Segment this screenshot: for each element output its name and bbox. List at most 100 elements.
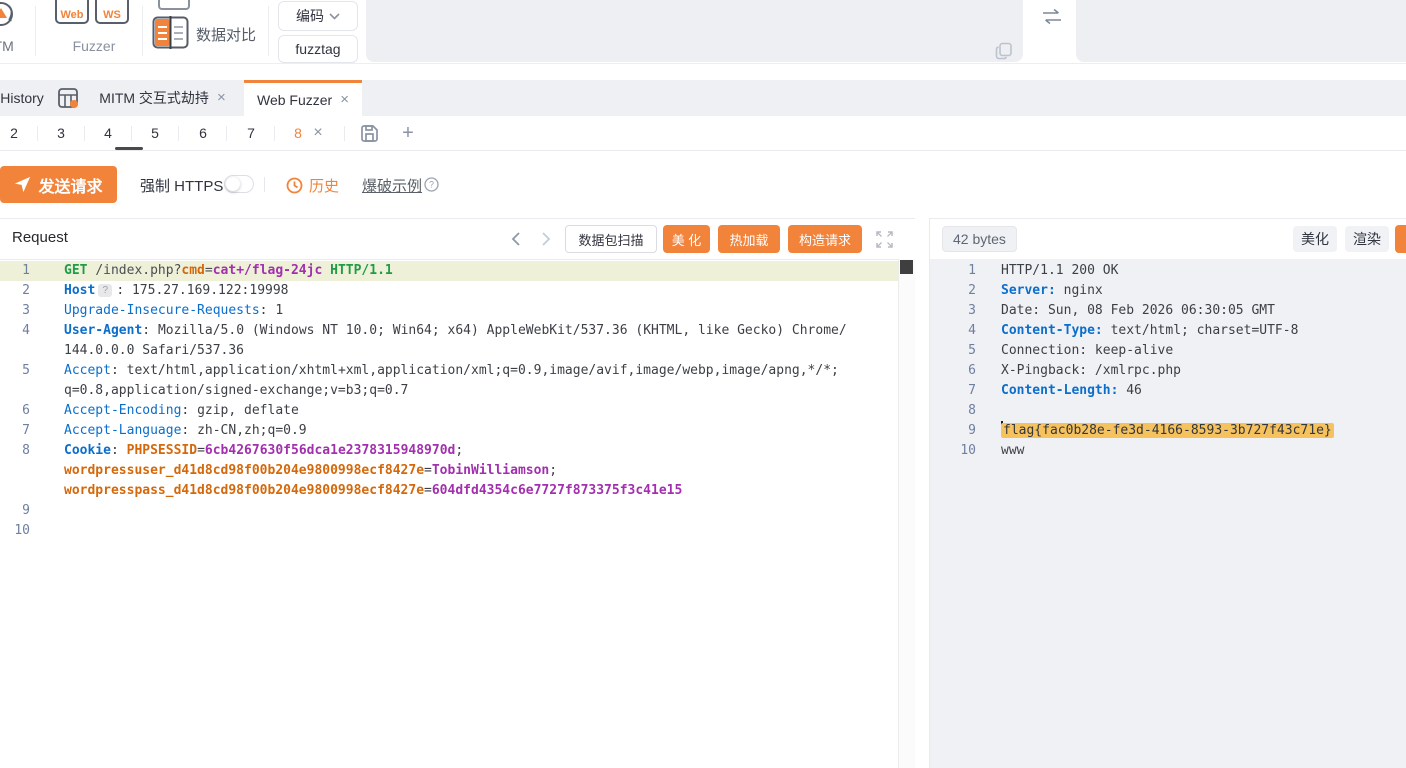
code-line: 10 [0,521,915,541]
code-line: 2Host?: 175.27.169.122:19998 [0,281,915,301]
plus-icon[interactable]: + [398,116,418,150]
response-panel: 42 bytes 美化 渲染 1HTTP/1.1 200 OK2Server: … [929,218,1406,768]
chevron-right-icon[interactable] [536,229,556,249]
request-scrollbar-thumb[interactable] [900,260,913,274]
line-number: 2 [930,281,976,301]
tab-history[interactable]: History [0,80,48,116]
line-number: 9 [930,421,976,441]
divider [37,126,38,141]
request-scrollbar[interactable] [898,259,915,768]
code-line: 5Connection: keep-alive [930,341,1406,361]
fuzzer-label: Fuzzer [58,38,130,54]
line-number: 4 [930,321,976,341]
line-number: 8 [930,401,976,421]
code-line: 8Cookie: PHPSESSID=6cb4267630f56dca1e237… [0,441,915,461]
response-editor[interactable]: 1HTTP/1.1 200 OK2Server: nginx3Date: Sun… [930,259,1406,768]
code-line: 3Upgrade-Insecure-Requests: 1 [0,301,915,321]
hotload-button[interactable]: 热加载 [718,225,780,253]
code-line: 4User-Agent: Mozilla/5.0 (Windows NT 10.… [0,321,915,341]
question-circle-icon[interactable]: ? [424,177,439,192]
fuzzer-tab-7[interactable]: 7 [241,116,261,150]
toolbar-input-area[interactable] [366,0,1023,62]
code-line: 2Server: nginx [930,281,1406,301]
tab-web-fuzzer[interactable]: Web Fuzzer × [244,80,362,116]
line-number: 3 [930,301,976,321]
code-line: 7Content-Length: 46 [930,381,1406,401]
top-toolbar: MITM Web WS Fuzzer 数据对比 编码 [0,0,1406,64]
divider [264,177,265,192]
divider [131,126,132,141]
force-https-label: 强制 HTTPS [140,175,223,196]
line-number: 1 [930,261,976,281]
data-compare-icon[interactable] [152,16,189,49]
fuzzer-tab-8[interactable]: 8 [288,116,308,150]
clock-icon [286,177,303,194]
line-number: 7 [0,421,30,441]
line-number: 10 [0,521,30,541]
divider [178,126,179,141]
fuzzer-tab-2[interactable]: 2 [4,116,24,150]
force-https-toggle[interactable] [224,175,254,193]
line-number: 4 [0,321,30,341]
ws-fuzzer-icon[interactable]: WS [95,0,129,24]
divider [226,126,227,141]
toolbar-secondary-area[interactable] [1076,0,1406,62]
close-icon[interactable]: × [217,91,226,105]
expand-icon[interactable] [876,231,893,248]
send-request-button[interactable]: 发送请求 [0,166,117,203]
copy-icon[interactable] [995,42,1013,60]
mitm-label[interactable]: MITM [0,38,14,54]
fuzzer-actionbar: 发送请求 强制 HTTPS 历史 爆破示例 ? [0,151,1406,218]
line-number: 6 [930,361,976,381]
data-compare-label[interactable]: 数据对比 [196,24,256,45]
fuzztag-button[interactable]: fuzztag [278,35,358,63]
response-extra-button[interactable] [1395,225,1406,253]
host-hint-badge: ? [98,284,112,297]
request-panel-header: Request 数据包扫描 美 化 热加载 构造请求 [0,219,915,260]
code-line: 3Date: Sun, 08 Feb 2026 06:30:05 GMT [930,301,1406,321]
sequence-table-icon[interactable] [57,87,79,109]
request-panel: Request 数据包扫描 美 化 热加载 构造请求 1GET /index.p… [0,218,915,768]
code-line: 9flag{fac0b28e-fe3d-4166-8593-3b727f43c7… [930,421,1406,441]
fuzzer-tabbar: 2345678 × + [0,116,1406,151]
line-number: 6 [0,401,30,421]
toolbar-divider [268,6,269,56]
line-number: 1 [0,261,30,281]
line-number: 7 [930,381,976,401]
tab-mitm[interactable]: MITM 交互式劫持 × [85,80,240,116]
partial-icon [158,0,190,10]
encode-dropdown[interactable]: 编码 [278,1,358,31]
web-fuzzer-icon[interactable]: Web [55,0,89,24]
blast-example-link[interactable]: 爆破示例 [362,175,422,196]
tab-scrollbar-thumb[interactable] [115,147,143,150]
code-line: 1HTTP/1.1 200 OK [930,261,1406,281]
fuzzer-tab-6[interactable]: 6 [193,116,213,150]
packet-scan-button[interactable]: 数据包扫描 [565,225,657,253]
code-line: 7Accept-Language: zh-CN,zh;q=0.9 [0,421,915,441]
swap-arrows-icon[interactable] [1041,8,1063,26]
history-button[interactable]: 历史 [286,175,339,196]
request-title: Request [12,229,68,246]
line-number: 2 [0,281,30,301]
main-tabbar: History MITM 交互式劫持 × Web Fuzzer × [0,80,1406,116]
line-number: 9 [0,501,30,521]
code-line: wordpresspass_d41d8cd98f00b204e9800998ec… [0,481,915,501]
mitm-icon[interactable] [0,0,18,34]
construct-request-button[interactable]: 构造请求 [788,225,862,253]
code-line: 6Accept-Encoding: gzip, deflate [0,401,915,421]
close-icon[interactable]: × [340,93,349,107]
save-icon[interactable] [360,124,379,143]
fuzzer-tab-3[interactable]: 3 [51,116,71,150]
fuzzer-tab-4[interactable]: 4 [98,116,118,150]
request-editor[interactable]: 1GET /index.php?cmd=cat+/flag-24jc HTTP/… [0,259,915,768]
chevron-left-icon[interactable] [506,229,526,249]
code-line: 9 [0,501,915,521]
close-icon[interactable]: × [308,116,328,150]
response-render-button[interactable]: 渲染 [1345,226,1389,252]
line-number: 8 [0,441,30,461]
beautify-button[interactable]: 美 化 [663,225,710,253]
response-beautify-button[interactable]: 美化 [1293,226,1337,252]
fuzzer-tab-5[interactable]: 5 [145,116,165,150]
toolbar-divider [35,6,36,56]
response-panel-header: 42 bytes 美化 渲染 [930,219,1406,260]
